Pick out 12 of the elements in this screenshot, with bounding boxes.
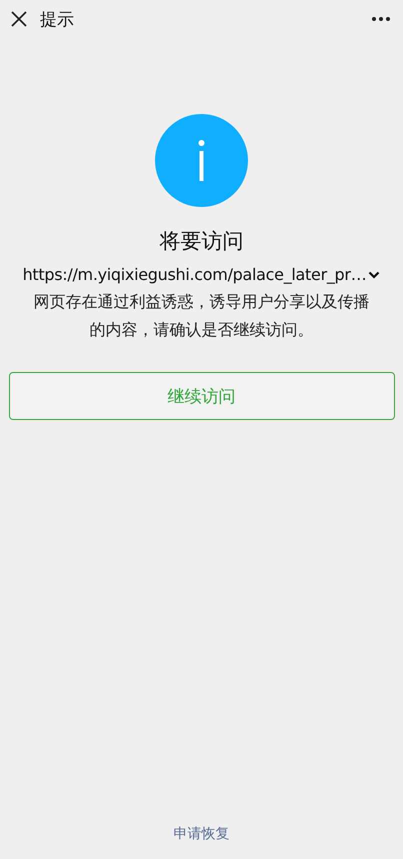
appeal-link[interactable]: 申请恢复 xyxy=(174,825,230,843)
chevron-down-icon[interactable] xyxy=(368,270,380,278)
continue-button[interactable]: 继续访问 xyxy=(8,372,394,420)
more-button[interactable] xyxy=(371,16,391,22)
url-text: https://m.yiqixiegushi.com/palace_later_pr… xyxy=(22,265,366,284)
info-icon xyxy=(155,114,248,207)
page-title: 提示 xyxy=(40,8,75,30)
close-button[interactable] xyxy=(10,10,28,28)
warning-message: 网页存在通过利益诱惑，诱导用户分享以及传播的内容，请确认是否继续访问。 xyxy=(32,291,370,341)
close-icon xyxy=(10,10,28,28)
more-icon xyxy=(371,16,391,22)
notice-heading: 将要访问 xyxy=(160,228,244,255)
